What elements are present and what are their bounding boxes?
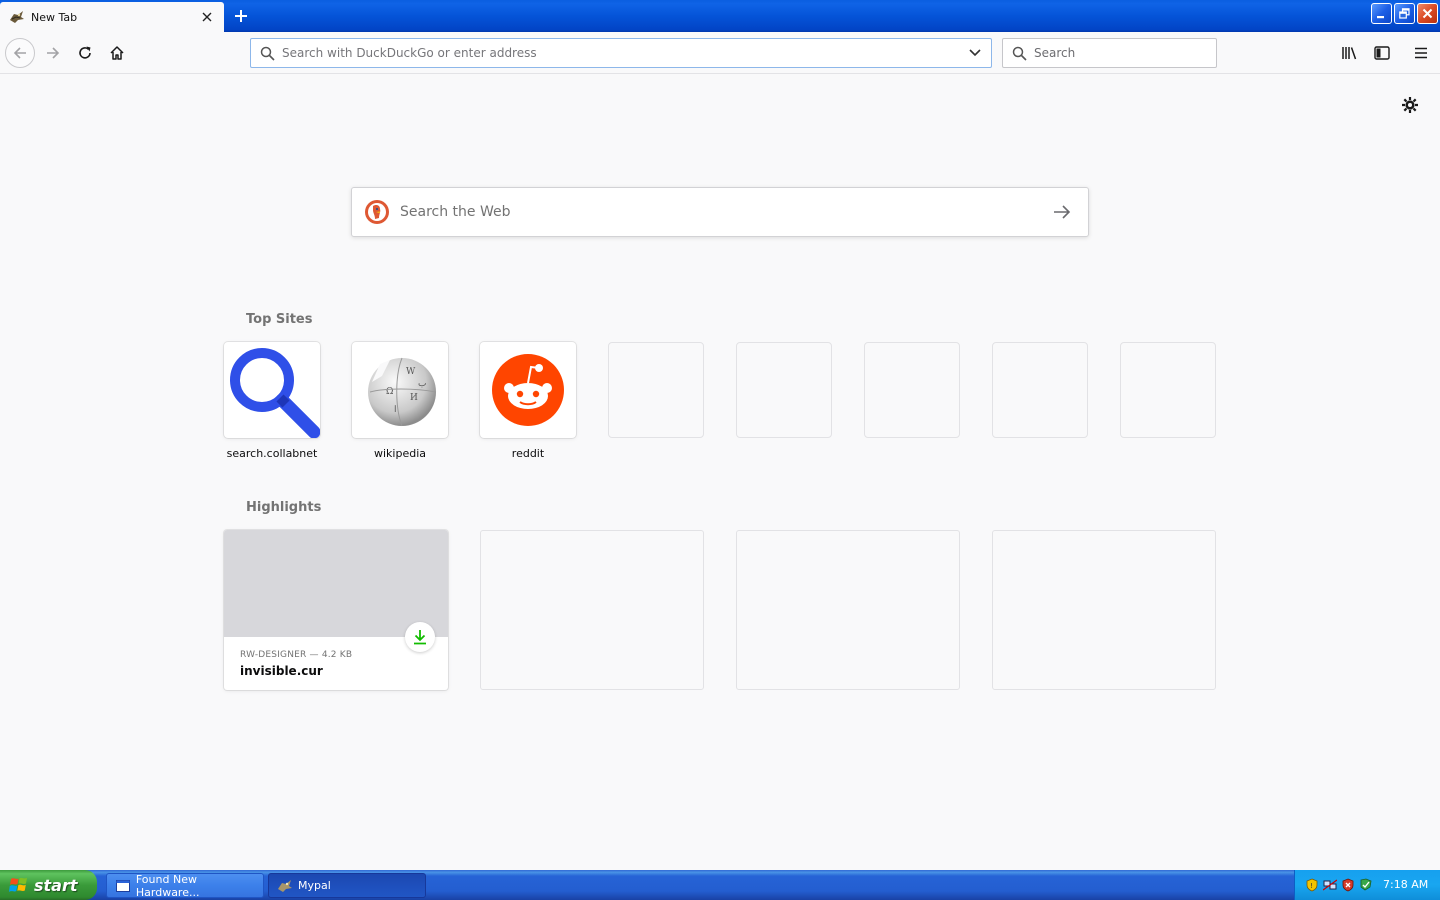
title-bar: New Tab bbox=[0, 0, 1440, 32]
close-tab-icon[interactable] bbox=[199, 9, 215, 25]
search-input[interactable] bbox=[1034, 46, 1216, 60]
card-meta: RW-DESIGNER — 4.2 KB bbox=[240, 650, 353, 660]
taskbar: start Found New Hardware... Mypal ! 7:18… bbox=[0, 870, 1440, 900]
web-search-box[interactable] bbox=[351, 187, 1089, 237]
library-icon[interactable] bbox=[1336, 39, 1364, 67]
download-icon bbox=[405, 622, 435, 652]
security-shield-icon[interactable]: ! bbox=[1305, 878, 1319, 892]
top-sites-title: Top Sites bbox=[246, 312, 313, 327]
top-site-placeholder bbox=[608, 342, 704, 438]
highlight-card[interactable]: RW-DESIGNER — 4.2 KB invisible.cur bbox=[224, 530, 448, 690]
svg-text:И: И bbox=[410, 393, 418, 403]
navigation-toolbar bbox=[0, 32, 1440, 74]
tab-new-tab[interactable]: New Tab bbox=[0, 2, 224, 32]
svg-text:ب: ب bbox=[418, 379, 426, 389]
top-site-label: search.collabnet bbox=[226, 447, 318, 460]
restore-window-icon[interactable] bbox=[1394, 3, 1415, 24]
card-title: invisible.cur bbox=[240, 664, 323, 678]
top-site-label: wikipedia bbox=[373, 447, 426, 460]
web-search-input[interactable] bbox=[400, 204, 1048, 220]
search-bar[interactable] bbox=[1002, 38, 1217, 68]
highlight-placeholder bbox=[736, 530, 960, 690]
highlights-title: Highlights bbox=[246, 500, 322, 515]
windows-flag-icon bbox=[9, 877, 27, 892]
system-tray: ! 7:18 AM bbox=[1294, 870, 1440, 900]
close-window-icon[interactable] bbox=[1417, 3, 1438, 24]
top-site-placeholder bbox=[736, 342, 832, 438]
arrow-right-icon[interactable] bbox=[1048, 198, 1076, 226]
top-site-placeholder bbox=[1120, 342, 1216, 438]
reload-icon[interactable] bbox=[71, 39, 99, 67]
duckduckgo-logo-icon bbox=[365, 200, 389, 224]
window-icon bbox=[115, 878, 131, 894]
update-icon[interactable] bbox=[1359, 878, 1373, 892]
chevron-down-icon[interactable] bbox=[965, 43, 985, 63]
card-preview bbox=[224, 530, 448, 637]
start-button[interactable]: start bbox=[0, 870, 97, 900]
top-site-reddit[interactable] bbox=[480, 342, 576, 438]
top-site-collabnet[interactable] bbox=[224, 342, 320, 438]
top-site-wikipedia[interactable]: W Ω И ا ب bbox=[352, 342, 448, 438]
task-label: Mypal bbox=[298, 879, 331, 892]
highlight-placeholder bbox=[480, 530, 704, 690]
address-bar[interactable] bbox=[250, 38, 992, 68]
network-icon[interactable] bbox=[1323, 878, 1337, 892]
mypal-icon bbox=[277, 878, 293, 894]
search-icon bbox=[260, 45, 276, 61]
security-alert-icon[interactable] bbox=[1341, 878, 1355, 892]
hamburger-menu-icon[interactable] bbox=[1407, 39, 1435, 67]
sidebar-toggle-icon[interactable] bbox=[1368, 39, 1396, 67]
top-site-label: reddit bbox=[511, 447, 545, 460]
top-site-placeholder bbox=[992, 342, 1088, 438]
task-label: Found New Hardware... bbox=[135, 872, 200, 899]
new-tab-page: Top Sites search.collabnet W Ω И ا ب wikiped… bbox=[0, 75, 1440, 870]
address-input[interactable] bbox=[282, 46, 965, 60]
back-arrow-icon[interactable] bbox=[5, 38, 35, 68]
magnifier-logo-icon bbox=[230, 348, 320, 438]
new-tab-plus-icon[interactable] bbox=[229, 5, 253, 27]
reddit-snoo-logo-icon bbox=[492, 354, 564, 426]
svg-text:ا: ا bbox=[394, 405, 397, 415]
minimize-window-icon[interactable] bbox=[1371, 3, 1392, 24]
gear-icon[interactable] bbox=[1400, 95, 1420, 115]
highlight-placeholder bbox=[992, 530, 1216, 690]
home-icon[interactable] bbox=[103, 39, 131, 67]
svg-text:Ω: Ω bbox=[386, 387, 393, 397]
mypal-favicon-icon bbox=[9, 9, 25, 25]
forward-arrow-icon[interactable] bbox=[39, 39, 67, 67]
taskbar-item-found-new-hardware[interactable]: Found New Hardware... bbox=[106, 872, 264, 899]
start-label: start bbox=[34, 875, 78, 895]
wikipedia-globe-logo-icon: W Ω И ا ب bbox=[368, 357, 437, 427]
clock: 7:18 AM bbox=[1383, 878, 1429, 891]
svg-text:!: ! bbox=[1310, 882, 1313, 890]
taskbar-item-mypal[interactable]: Mypal bbox=[268, 873, 426, 898]
search-icon bbox=[1012, 45, 1028, 61]
top-site-placeholder bbox=[864, 342, 960, 438]
tab-title: New Tab bbox=[31, 10, 78, 24]
svg-text:W: W bbox=[406, 367, 416, 377]
